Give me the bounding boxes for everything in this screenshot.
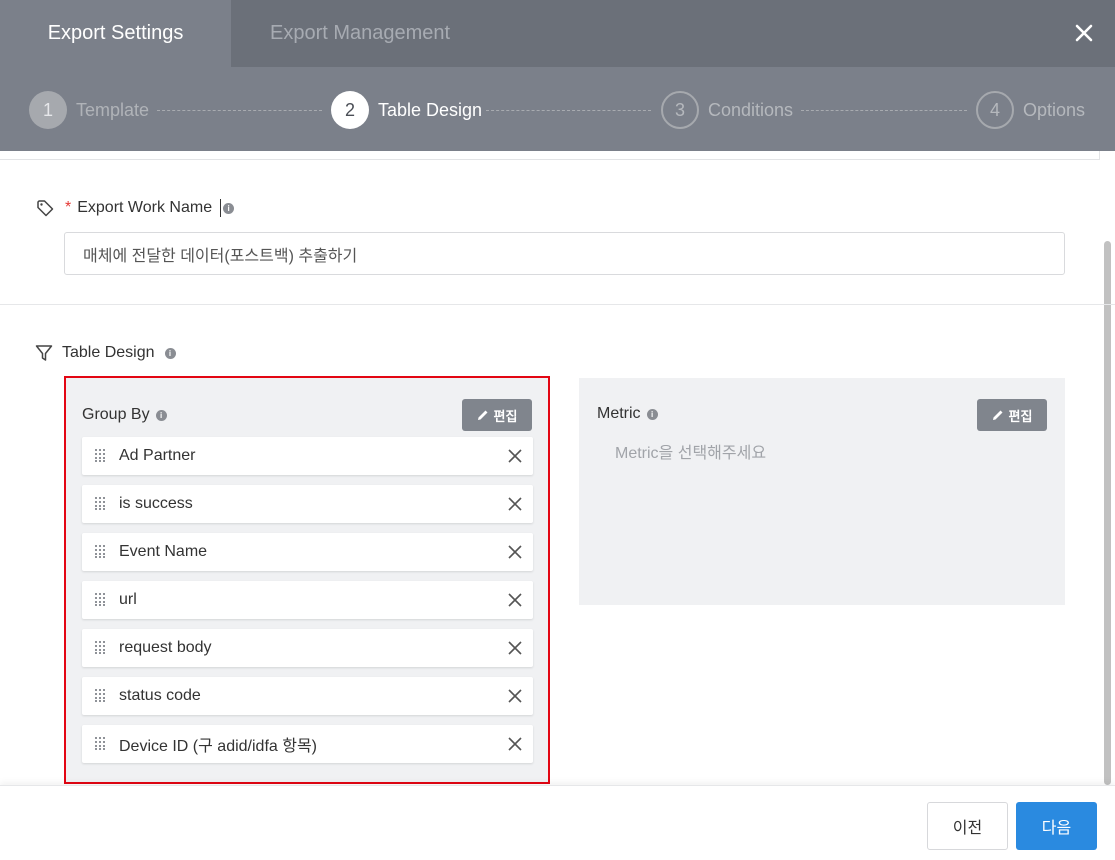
step-label: Template bbox=[76, 99, 150, 120]
edit-label: 편집 bbox=[493, 408, 518, 424]
work-name-label: * Export Work Name i bbox=[36, 199, 235, 217]
drag-handle-icon[interactable] bbox=[95, 593, 107, 607]
metric-title-text: Metric bbox=[597, 405, 641, 422]
group-by-item-device-id[interactable]: Device ID (구 adid/idfa 항목) bbox=[82, 725, 533, 763]
item-label: request body bbox=[119, 639, 212, 656]
drag-handle-icon[interactable] bbox=[95, 545, 107, 559]
step-number: 4 bbox=[976, 91, 1014, 129]
drag-handle-icon[interactable] bbox=[95, 737, 107, 751]
item-label: is success bbox=[119, 495, 193, 512]
item-label: Device ID (구 adid/idfa 항목) bbox=[119, 738, 317, 755]
work-name-title: Export Work Name bbox=[77, 199, 213, 216]
text-caret bbox=[220, 199, 222, 217]
remove-icon[interactable] bbox=[507, 592, 523, 608]
remove-icon[interactable] bbox=[507, 544, 523, 560]
step-label: Table Design bbox=[378, 99, 483, 120]
metric-title: Metric i bbox=[597, 405, 658, 423]
step-table-design[interactable]: 2 Table Design bbox=[331, 91, 482, 129]
scrollbar[interactable] bbox=[1104, 241, 1111, 785]
step-connector bbox=[157, 110, 322, 111]
step-template[interactable]: 1 Template bbox=[29, 91, 149, 129]
info-icon[interactable]: i bbox=[223, 202, 235, 214]
step-options[interactable]: 4 Options bbox=[976, 91, 1085, 129]
remove-icon[interactable] bbox=[507, 688, 523, 704]
next-button[interactable]: 다음 bbox=[1016, 802, 1097, 850]
tab-bar: Export Settings Export Management bbox=[0, 0, 1115, 67]
edit-label: 편집 bbox=[1008, 408, 1033, 424]
group-by-item-event-name[interactable]: Event Name bbox=[82, 533, 533, 571]
step-conditions[interactable]: 3 Conditions bbox=[661, 91, 793, 129]
table-design-label: Table Design i bbox=[35, 344, 176, 362]
group-by-item-status-code[interactable]: status code bbox=[82, 677, 533, 715]
step-number: 2 bbox=[331, 91, 369, 129]
remove-icon[interactable] bbox=[507, 736, 523, 752]
tab-export-management[interactable]: Export Management bbox=[231, 0, 511, 67]
info-icon[interactable]: i bbox=[155, 409, 167, 421]
content-area: * Export Work Name i 매체에 전달한 데이터(포스트백) 추… bbox=[0, 151, 1115, 785]
item-label: status code bbox=[119, 687, 201, 704]
item-label: Event Name bbox=[119, 543, 208, 560]
step-number: 3 bbox=[661, 91, 699, 129]
section-divider bbox=[0, 304, 1115, 305]
group-by-item-ad-partner[interactable]: Ad Partner bbox=[82, 437, 533, 475]
modal-header: Export Settings Export Management 1 Temp… bbox=[0, 0, 1115, 151]
close-icon[interactable] bbox=[1073, 18, 1095, 48]
metric-edit-button[interactable]: 편집 bbox=[977, 399, 1047, 431]
remove-icon[interactable] bbox=[507, 640, 523, 656]
group-by-edit-button[interactable]: 편집 bbox=[462, 399, 532, 431]
remove-icon[interactable] bbox=[507, 448, 523, 464]
info-icon[interactable]: i bbox=[164, 347, 176, 359]
work-name-input[interactable]: 매체에 전달한 데이터(포스트백) 추출하기 bbox=[64, 232, 1065, 275]
filter-icon bbox=[35, 344, 53, 362]
step-label: Conditions bbox=[708, 99, 794, 120]
group-by-panel: Group By i 편집 Ad Partner is success Even… bbox=[66, 378, 548, 782]
modal-footer: 이전 다음 bbox=[0, 785, 1115, 860]
step-label: Options bbox=[1023, 99, 1086, 120]
metric-placeholder: Metric을 선택해주세요 bbox=[615, 445, 767, 462]
drag-handle-icon[interactable] bbox=[95, 497, 107, 511]
top-border bbox=[0, 151, 1100, 160]
group-by-item-request-body[interactable]: request body bbox=[82, 629, 533, 667]
pencil-icon bbox=[477, 410, 488, 420]
tag-icon bbox=[36, 199, 54, 217]
item-label: url bbox=[119, 591, 137, 608]
drag-handle-icon[interactable] bbox=[95, 689, 107, 703]
work-name-value: 매체에 전달한 데이터(포스트백) 추출하기 bbox=[83, 247, 358, 265]
required-mark: * bbox=[65, 199, 72, 216]
step-connector bbox=[486, 110, 651, 111]
tab-export-settings[interactable]: Export Settings bbox=[0, 0, 231, 67]
step-number: 1 bbox=[29, 91, 67, 129]
group-by-item-is-success[interactable]: is success bbox=[82, 485, 533, 523]
drag-handle-icon[interactable] bbox=[95, 449, 107, 463]
group-by-title: Group By i bbox=[82, 406, 167, 424]
table-design-title: Table Design bbox=[62, 344, 155, 361]
item-label: Ad Partner bbox=[119, 447, 196, 464]
metric-panel: Metric i 편집 Metric을 선택해주세요 bbox=[579, 378, 1065, 605]
drag-handle-icon[interactable] bbox=[95, 641, 107, 655]
previous-button[interactable]: 이전 bbox=[927, 802, 1008, 850]
pencil-icon bbox=[992, 410, 1003, 420]
step-connector bbox=[801, 110, 967, 111]
group-by-highlight: Group By i 편집 Ad Partner is success Even… bbox=[64, 376, 550, 784]
group-by-item-url[interactable]: url bbox=[82, 581, 533, 619]
remove-icon[interactable] bbox=[507, 496, 523, 512]
group-by-title-text: Group By bbox=[82, 406, 150, 423]
info-icon[interactable]: i bbox=[646, 408, 658, 420]
stepper: 1 Template 2 Table Design 3 Conditions 4… bbox=[0, 67, 1115, 151]
